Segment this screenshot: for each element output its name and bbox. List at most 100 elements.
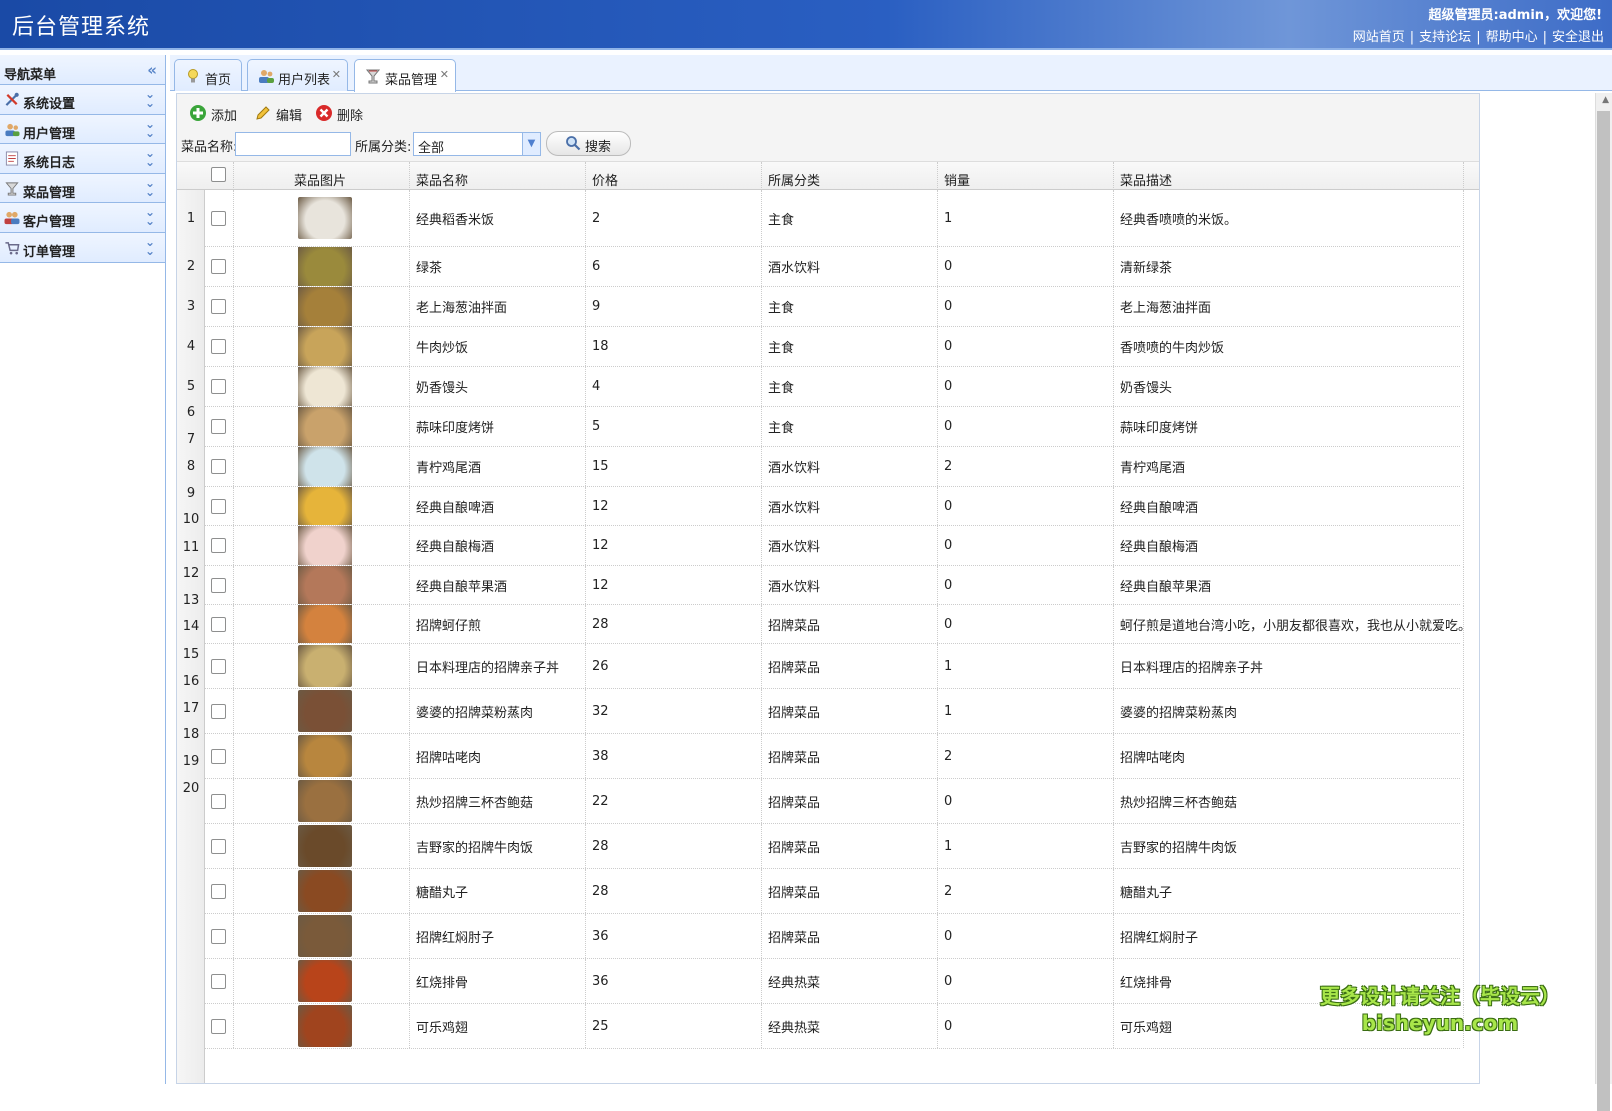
- dish-name-text: 糖醋丸子: [416, 885, 469, 901]
- dish-category-text: 招牌菜品: [768, 885, 821, 901]
- row-checkbox[interactable]: [211, 379, 226, 394]
- dish-sales-text: 0: [944, 259, 953, 274]
- link-site-home[interactable]: 网站首页: [1353, 30, 1405, 45]
- row-checkbox[interactable]: [211, 459, 226, 474]
- header-sales[interactable]: 销量: [938, 162, 1114, 190]
- table-row[interactable]: 招牌红焖肘子 36 招牌菜品 0 招牌红焖肘子: [205, 914, 1464, 959]
- tab-close-icon[interactable]: ✕: [440, 68, 449, 81]
- dish-sales-text: 1: [944, 658, 953, 674]
- dish-image-cell: [234, 447, 410, 486]
- dish-price-text: 6: [592, 259, 601, 274]
- table-row[interactable]: 经典稻香米饭 2 主食 1 经典香喷喷的米饭。: [205, 190, 1464, 247]
- table-row[interactable]: 可乐鸡翅 25 经典热菜 0 可乐鸡翅: [205, 1004, 1464, 1049]
- row-checkbox[interactable]: [211, 616, 226, 632]
- row-checkbox[interactable]: [211, 538, 226, 553]
- dish-name-input[interactable]: [235, 132, 351, 156]
- dish-price: 2: [586, 190, 762, 246]
- delete-button[interactable]: 删除: [311, 103, 363, 125]
- link-forum[interactable]: 支持论坛: [1419, 30, 1471, 45]
- header-image[interactable]: 菜品图片: [234, 162, 410, 190]
- table-row[interactable]: 婆婆的招牌菜粉蒸肉 32 招牌菜品 1 婆婆的招牌菜粉蒸肉: [205, 689, 1464, 734]
- row-checkbox[interactable]: [211, 1018, 226, 1034]
- table-row[interactable]: 日本料理店的招牌亲子丼 26 招牌菜品 1 日本料理店的招牌亲子丼: [205, 644, 1464, 689]
- header-price[interactable]: 价格: [586, 162, 762, 190]
- dish-price: 28: [586, 824, 762, 868]
- nav-item-system-settings[interactable]: 系统设置 ⌄ ⌄: [0, 85, 165, 115]
- dish-description-text: 招牌咕咾肉: [1120, 750, 1186, 766]
- dish-sales: 2: [938, 447, 1114, 486]
- row-checkbox[interactable]: [211, 928, 226, 944]
- row-checkbox[interactable]: [211, 658, 226, 674]
- header-name[interactable]: 菜品名称: [410, 162, 586, 190]
- nav-item-dish-management[interactable]: 菜品管理 ⌄ ⌄: [0, 173, 165, 204]
- table-row[interactable]: 蒜味印度烤饼 5 主食 0 蒜味印度烤饼: [205, 407, 1464, 447]
- dish-price-text: 25: [592, 1018, 609, 1034]
- edit-button[interactable]: 编辑: [250, 103, 302, 125]
- dish-name: 糖醋丸子: [410, 869, 586, 913]
- dish-category: 酒水饮料: [762, 566, 938, 604]
- table-row[interactable]: 招牌蚵仔煎 28 招牌菜品 0 蚵仔煎是道地台湾小吃，小朋友都很喜欢，我也从小就爱吃。: [205, 605, 1464, 644]
- table-row[interactable]: 热炒招牌三杯杏鲍菇 22 招牌菜品 0 热炒招牌三杯杏鲍菇: [205, 779, 1464, 824]
- dish-image-cell: [234, 959, 410, 1003]
- dish-category-text: 酒水饮料: [768, 461, 821, 476]
- table-row[interactable]: 经典自酿啤酒 12 酒水饮料 0 经典自酿啤酒: [205, 487, 1464, 526]
- page-scrollbar[interactable]: ▲: [1490, 93, 1612, 1111]
- search-icon: [566, 136, 581, 151]
- header-category[interactable]: 所属分类: [762, 162, 938, 190]
- dish-image: [297, 487, 352, 525]
- table-row[interactable]: 经典自酿梅酒 12 酒水饮料 0 经典自酿梅酒: [205, 526, 1464, 566]
- tab-user-list[interactable]: 用户列表 ✕: [247, 59, 348, 91]
- row-checkbox-cell: [205, 824, 234, 868]
- row-checkbox[interactable]: [211, 793, 226, 809]
- search-button[interactable]: 搜索: [546, 131, 631, 156]
- dish-description: 香喷喷的牛肉炒饭: [1114, 327, 1464, 366]
- link-help[interactable]: 帮助中心: [1486, 30, 1538, 45]
- table-row[interactable]: 绿茶 6 酒水饮料 0 清新绿茶: [205, 247, 1464, 287]
- table-row[interactable]: 红烧排骨 36 经典热菜 0 红烧排骨: [205, 959, 1464, 1004]
- row-checkbox[interactable]: [211, 210, 226, 226]
- row-checkbox[interactable]: [211, 259, 226, 274]
- row-checkbox[interactable]: [211, 838, 226, 854]
- nav-item-system-log[interactable]: 系统日志 ⌄ ⌄: [0, 144, 165, 174]
- nav-item-customer-management[interactable]: 客户管理 ⌄ ⌄: [0, 203, 165, 233]
- table-row[interactable]: 老上海葱油拌面 9 主食 0 老上海葱油拌面: [205, 287, 1464, 327]
- table-row[interactable]: 糖醋丸子 28 招牌菜品 2 糖醋丸子: [205, 869, 1464, 914]
- table-row[interactable]: 青柠鸡尾酒 15 酒水饮料 2 青柠鸡尾酒: [205, 447, 1464, 487]
- dish-name: 招牌红焖肘子: [410, 914, 586, 958]
- table-row[interactable]: 吉野家的招牌牛肉饭 28 招牌菜品 1 吉野家的招牌牛肉饭: [205, 824, 1464, 869]
- dish-image: [297, 605, 352, 643]
- row-checkbox[interactable]: [211, 883, 226, 899]
- row-checkbox[interactable]: [211, 498, 226, 514]
- header-description[interactable]: 菜品描述: [1114, 162, 1464, 190]
- row-checkbox[interactable]: [211, 577, 226, 593]
- select-all-checkbox[interactable]: [211, 167, 226, 182]
- dish-price: 28: [586, 605, 762, 643]
- tab-home[interactable]: 首页: [174, 59, 242, 91]
- dish-price-text: 32: [592, 703, 609, 719]
- dish-sales: 0: [938, 247, 1114, 286]
- table-row[interactable]: 奶香馒头 4 主食 0 奶香馒头: [205, 367, 1464, 407]
- row-checkbox[interactable]: [211, 339, 226, 354]
- tab-close-icon[interactable]: ✕: [332, 68, 341, 81]
- add-button[interactable]: 添加: [185, 103, 237, 125]
- dish-description: 招牌红焖肘子: [1114, 914, 1464, 958]
- dish-name: 日本料理店的招牌亲子丼: [410, 644, 586, 688]
- row-checkbox[interactable]: [211, 703, 226, 719]
- link-logout[interactable]: 安全退出: [1552, 30, 1604, 45]
- table-row[interactable]: 招牌咕咾肉 38 招牌菜品 2 招牌咕咾肉: [205, 734, 1464, 779]
- nav-item-user-management[interactable]: 用户管理 ⌄ ⌄: [0, 114, 165, 145]
- table-row[interactable]: 牛肉炒饭 18 主食 0 香喷喷的牛肉炒饭: [205, 327, 1464, 367]
- row-checkbox[interactable]: [211, 748, 226, 764]
- table-row[interactable]: 经典自酿苹果酒 12 酒水饮料 0 经典自酿苹果酒: [205, 566, 1464, 605]
- dish-sales-text: 1: [944, 703, 953, 719]
- tab-dish-management[interactable]: 菜品管理 ✕: [354, 59, 456, 92]
- dish-price: 28: [586, 869, 762, 913]
- collapse-left-icon[interactable]: «: [147, 61, 157, 79]
- category-select[interactable]: 全部 ▼: [413, 132, 541, 156]
- row-checkbox[interactable]: [211, 419, 226, 434]
- dish-sales-text: 0: [944, 973, 953, 989]
- row-checkbox-cell: [205, 487, 234, 525]
- row-checkbox[interactable]: [211, 299, 226, 314]
- nav-item-order-management[interactable]: 订单管理 ⌄ ⌄: [0, 232, 165, 263]
- row-checkbox[interactable]: [211, 973, 226, 989]
